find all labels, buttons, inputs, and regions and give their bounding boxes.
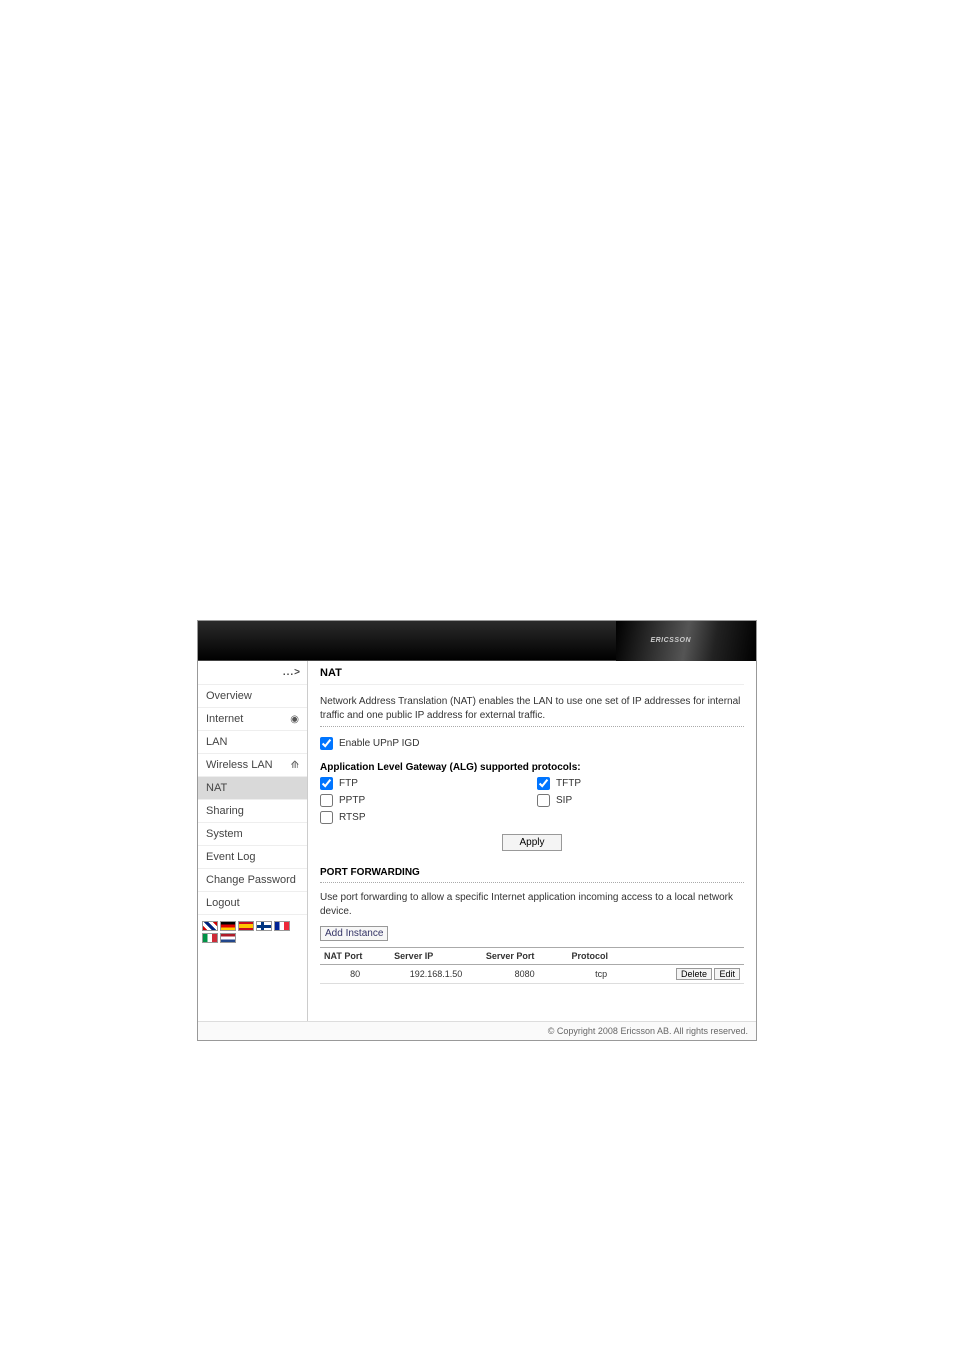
port-forwarding-heading: PORT FORWARDING bbox=[320, 861, 744, 883]
sidebar-item-internet[interactable]: Internet ◉ bbox=[198, 708, 307, 731]
breadcrumb: ...> bbox=[198, 661, 307, 685]
port-forwarding-description: Use port forwarding to allow a specific … bbox=[320, 883, 744, 926]
edit-button[interactable]: Edit bbox=[714, 968, 740, 980]
flag-fr-icon[interactable] bbox=[274, 921, 290, 931]
sidebar-item-label: LAN bbox=[206, 736, 227, 748]
globe-icon: ◉ bbox=[290, 714, 299, 725]
nat-description: Network Address Translation (NAT) enable… bbox=[320, 685, 744, 727]
sidebar-item-label: Logout bbox=[206, 897, 240, 909]
delete-button[interactable]: Delete bbox=[676, 968, 712, 980]
alg-tftp-checkbox[interactable] bbox=[537, 777, 550, 790]
breadcrumb-icon: ...> bbox=[283, 667, 301, 678]
add-instance-button[interactable]: Add Instance bbox=[320, 926, 388, 941]
sidebar-item-event-log[interactable]: Event Log bbox=[198, 846, 307, 869]
alg-heading: Application Level Gateway (ALG) supporte… bbox=[320, 756, 744, 773]
sidebar: ...> Overview Internet ◉ LAN Wireless LA… bbox=[198, 661, 308, 1021]
main-panel: NAT Network Address Translation (NAT) en… bbox=[308, 661, 756, 1021]
alg-ftp-row: FTP bbox=[320, 777, 527, 790]
port-forwarding-table: NAT Port Server IP Server Port Protocol … bbox=[320, 947, 744, 984]
cell-protocol: tcp bbox=[567, 965, 634, 984]
sidebar-item-overview[interactable]: Overview bbox=[198, 685, 307, 708]
upnp-checkbox[interactable] bbox=[320, 737, 333, 750]
upnp-row: Enable UPnP IGD bbox=[320, 727, 744, 756]
sidebar-item-label: Sharing bbox=[206, 805, 244, 817]
sidebar-item-system[interactable]: System bbox=[198, 823, 307, 846]
sidebar-item-label: Internet bbox=[206, 713, 243, 725]
footer-copyright: © Copyright 2008 Ericsson AB. All rights… bbox=[198, 1021, 756, 1040]
sidebar-item-label: Change Password bbox=[206, 874, 296, 886]
alg-sip-row: SIP bbox=[537, 794, 744, 807]
sidebar-item-label: Event Log bbox=[206, 851, 256, 863]
flag-it-icon[interactable] bbox=[202, 933, 218, 943]
alg-rtsp-row: RTSP bbox=[320, 811, 527, 824]
alg-tftp-row: TFTP bbox=[537, 777, 744, 790]
alg-rtsp-checkbox[interactable] bbox=[320, 811, 333, 824]
flag-es-icon[interactable] bbox=[238, 921, 254, 931]
alg-sip-checkbox[interactable] bbox=[537, 794, 550, 807]
flag-uk-icon[interactable] bbox=[202, 921, 218, 931]
alg-label: RTSP bbox=[339, 812, 366, 823]
alg-label: PPTP bbox=[339, 795, 365, 806]
alg-label: TFTP bbox=[556, 778, 581, 789]
upnp-label: Enable UPnP IGD bbox=[339, 738, 419, 749]
sidebar-item-nat[interactable]: NAT bbox=[198, 777, 307, 800]
sidebar-item-label: Overview bbox=[206, 690, 252, 702]
sidebar-item-logout[interactable]: Logout bbox=[198, 892, 307, 915]
header-graphic: ERICSSON bbox=[616, 621, 756, 661]
language-flags bbox=[198, 915, 307, 949]
apply-row: Apply bbox=[320, 834, 744, 861]
flag-nl-icon[interactable] bbox=[220, 933, 236, 943]
apply-button[interactable]: Apply bbox=[502, 834, 561, 851]
cell-server-ip: 192.168.1.50 bbox=[390, 965, 482, 984]
alg-ftp-checkbox[interactable] bbox=[320, 777, 333, 790]
sidebar-item-label: NAT bbox=[206, 782, 227, 794]
alg-grid: FTP TFTP PPTP SIP RTSP bbox=[320, 773, 744, 834]
flag-fi-icon[interactable] bbox=[256, 921, 272, 931]
header-bar: ERICSSON bbox=[198, 621, 756, 661]
cell-server-port: 8080 bbox=[482, 965, 568, 984]
alg-label: FTP bbox=[339, 778, 358, 789]
col-protocol: Protocol bbox=[567, 948, 634, 965]
col-server-port: Server Port bbox=[482, 948, 568, 965]
col-nat-port: NAT Port bbox=[320, 948, 390, 965]
content-area: ...> Overview Internet ◉ LAN Wireless LA… bbox=[198, 661, 756, 1021]
alg-pptp-row: PPTP bbox=[320, 794, 527, 807]
col-server-ip: Server IP bbox=[390, 948, 482, 965]
app-window: ERICSSON ...> Overview Internet ◉ LAN Wi… bbox=[197, 620, 757, 1041]
cell-nat-port: 80 bbox=[320, 965, 390, 984]
page-title: NAT bbox=[320, 661, 744, 685]
alg-label: SIP bbox=[556, 795, 572, 806]
sidebar-item-lan[interactable]: LAN bbox=[198, 731, 307, 754]
sidebar-item-label: System bbox=[206, 828, 243, 840]
table-row: 80 192.168.1.50 8080 tcp Delete Edit bbox=[320, 965, 744, 984]
wifi-icon: ⟰ bbox=[291, 760, 299, 771]
sidebar-item-sharing[interactable]: Sharing bbox=[198, 800, 307, 823]
table-header-row: NAT Port Server IP Server Port Protocol bbox=[320, 948, 744, 965]
sidebar-item-wireless-lan[interactable]: Wireless LAN ⟰ bbox=[198, 754, 307, 777]
brand-label: ERICSSON bbox=[650, 637, 691, 644]
sidebar-item-label: Wireless LAN bbox=[206, 759, 273, 771]
flag-de-icon[interactable] bbox=[220, 921, 236, 931]
alg-pptp-checkbox[interactable] bbox=[320, 794, 333, 807]
sidebar-item-change-password[interactable]: Change Password bbox=[198, 869, 307, 892]
